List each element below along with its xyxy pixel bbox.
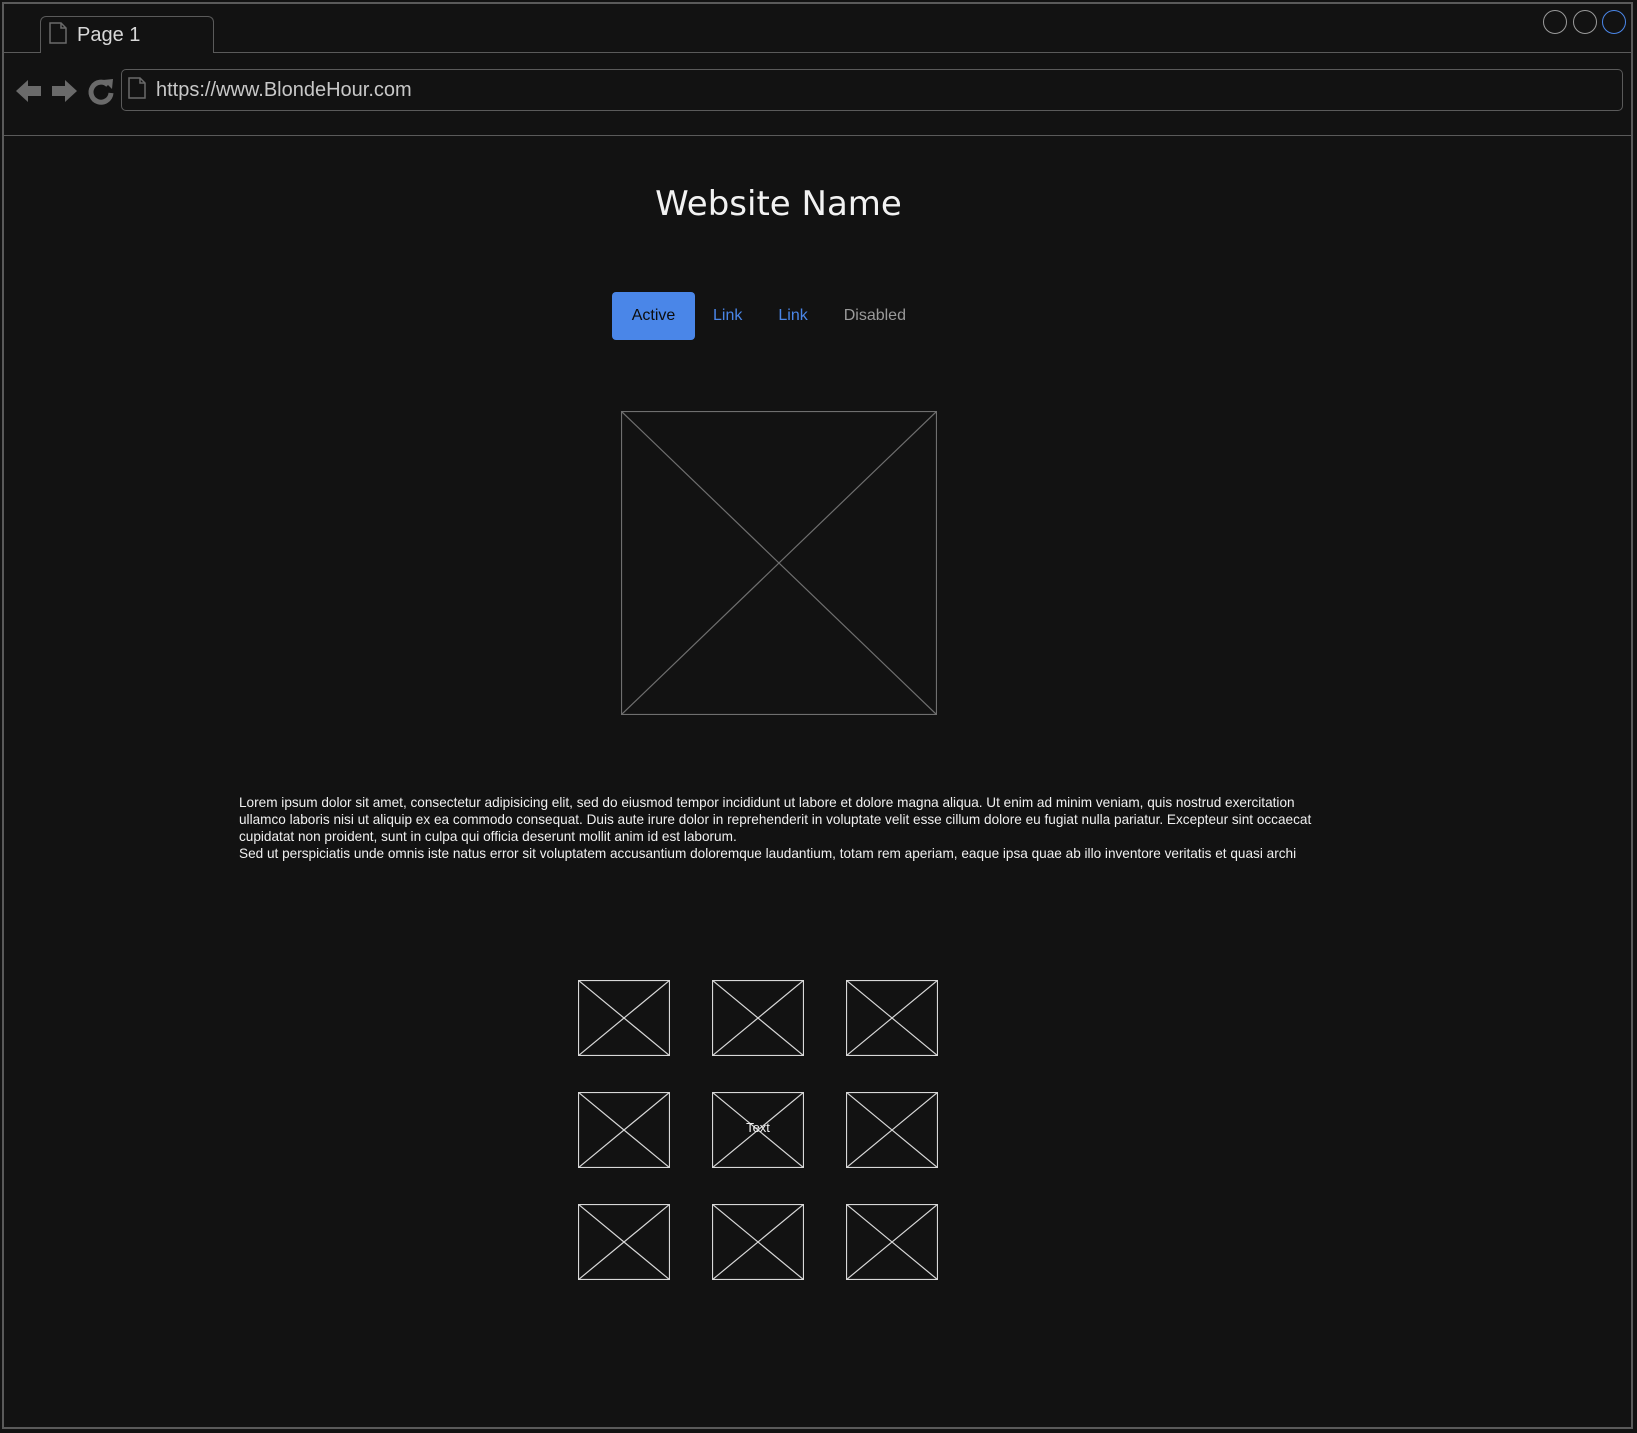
- body-paragraph: Lorem ipsum dolor sit amet, consectetur …: [239, 795, 1312, 861]
- tab-page-1[interactable]: Page 1: [40, 16, 214, 53]
- image-placeholder-icon: [711, 979, 805, 1057]
- nav-item-active[interactable]: Active: [612, 292, 695, 340]
- image-placeholder-icon: [620, 410, 938, 716]
- thumbnail-placeholder: [711, 979, 805, 1057]
- nav-item-disabled: Disabled: [843, 307, 906, 324]
- image-placeholder-icon: [845, 979, 939, 1057]
- window-maximize-button[interactable]: [1573, 10, 1597, 34]
- tab-strip: Page 1: [4, 4, 1631, 53]
- page-icon: [49, 21, 67, 49]
- arrow-right-icon: [52, 80, 77, 102]
- thumbnail-placeholder: [845, 1203, 939, 1281]
- nav-item-link-1[interactable]: Link: [695, 292, 760, 340]
- back-button[interactable]: [14, 76, 44, 106]
- forward-button[interactable]: [49, 76, 79, 106]
- reload-icon: [88, 79, 114, 105]
- thumbnail-placeholder: [577, 1203, 671, 1281]
- nav-pills: Active Link Link Disabled: [612, 292, 924, 340]
- thumbnail-placeholder: [845, 1091, 939, 1169]
- page-icon: [128, 76, 146, 104]
- thumbnail-placeholder: [845, 979, 939, 1057]
- image-placeholder-icon: [577, 1091, 671, 1169]
- url-text[interactable]: https://www.BlondeHour.com: [156, 79, 412, 102]
- thumbnail-label: Text: [746, 1120, 770, 1135]
- image-placeholder-icon: [845, 1203, 939, 1281]
- hero-image-placeholder: [620, 410, 938, 716]
- thumbnail-placeholder: [711, 1203, 805, 1281]
- thumbnail-placeholder-with-text: Text: [711, 1091, 805, 1169]
- window-close-button[interactable]: [1602, 10, 1626, 34]
- image-placeholder-icon: [711, 1203, 805, 1281]
- arrow-left-icon: [16, 80, 41, 102]
- tab-label: Page 1: [77, 23, 141, 46]
- image-placeholder-icon: [845, 1091, 939, 1169]
- thumbnail-placeholder: [577, 979, 671, 1057]
- reload-button[interactable]: [86, 76, 116, 106]
- browser-window: Page 1 https://www.BlondeHour.com Websit…: [2, 2, 1633, 1429]
- thumbnail-placeholder: [577, 1091, 671, 1169]
- window-minimize-button[interactable]: [1543, 10, 1567, 34]
- nav-item-link-2[interactable]: Link: [760, 292, 825, 340]
- image-placeholder-icon: [577, 1203, 671, 1281]
- address-bar[interactable]: https://www.BlondeHour.com: [121, 69, 1623, 111]
- site-title: Website Name: [655, 184, 902, 224]
- navigation-bar: https://www.BlondeHour.com: [4, 53, 1631, 136]
- image-placeholder-icon: [577, 979, 671, 1057]
